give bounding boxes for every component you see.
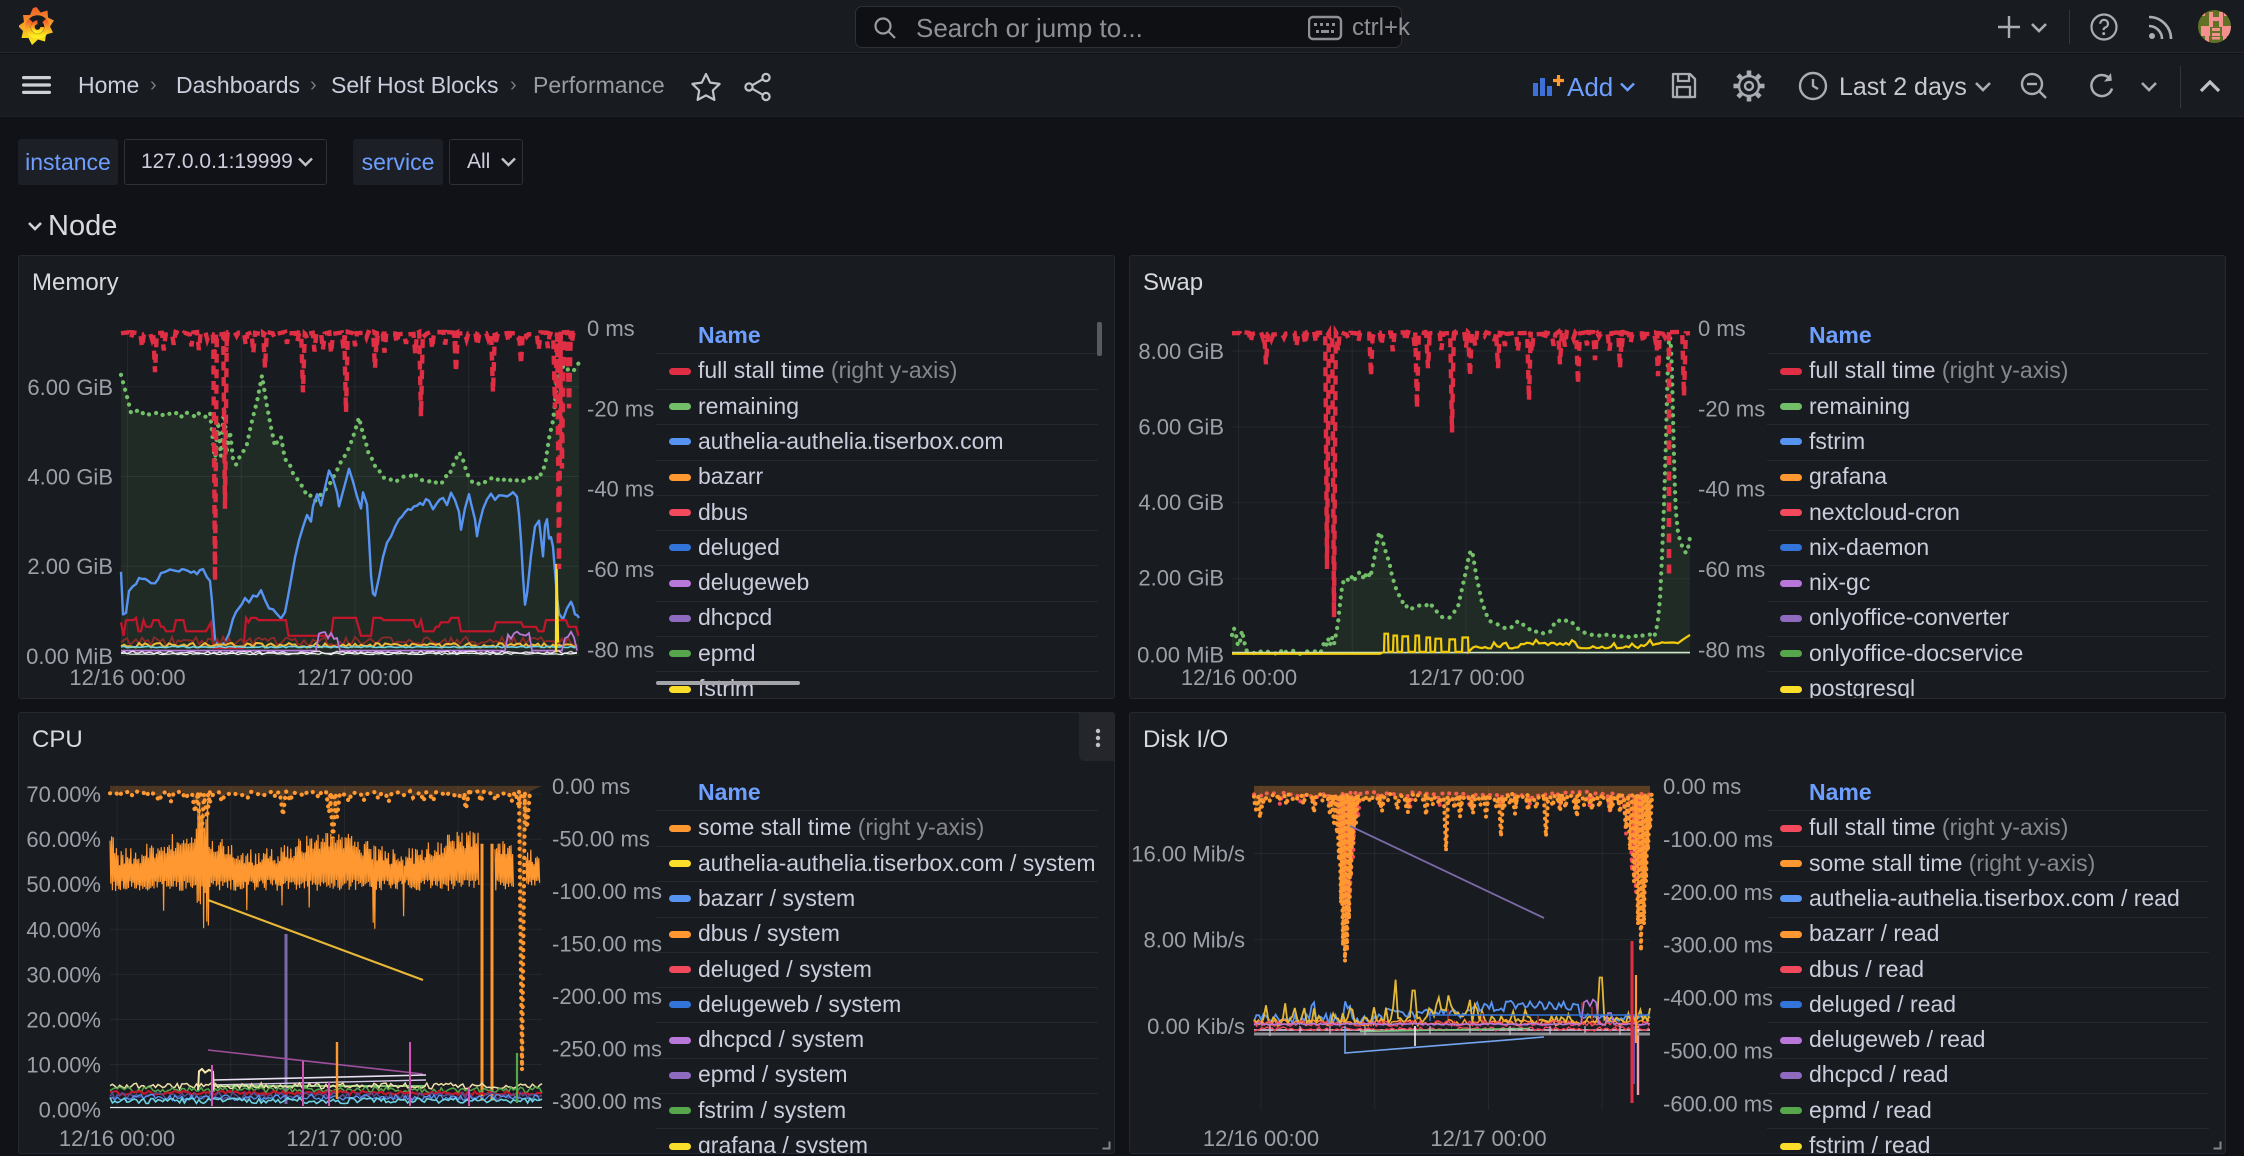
svg-text:12/17 00:00: 12/17 00:00 xyxy=(286,1126,402,1151)
svg-text:4.00 GiB: 4.00 GiB xyxy=(1138,490,1224,515)
svg-text:-80 ms: -80 ms xyxy=(587,637,654,662)
svg-text:-300.00 ms: -300.00 ms xyxy=(1663,933,1773,958)
svg-text:0.00 ms: 0.00 ms xyxy=(1663,774,1741,799)
svg-text:-250.00 ms: -250.00 ms xyxy=(552,1037,662,1062)
svg-text:12/16 00:00: 12/16 00:00 xyxy=(1181,665,1297,690)
svg-text:0.00%: 0.00% xyxy=(39,1098,101,1123)
svg-text:6.00 GiB: 6.00 GiB xyxy=(27,375,113,400)
svg-text:-40 ms: -40 ms xyxy=(587,477,654,502)
svg-text:12/17 00:00: 12/17 00:00 xyxy=(1408,665,1524,690)
svg-text:12/16 00:00: 12/16 00:00 xyxy=(69,665,185,690)
svg-text:-20 ms: -20 ms xyxy=(587,396,654,421)
svg-text:-40 ms: -40 ms xyxy=(1698,477,1765,502)
svg-text:-500.00 ms: -500.00 ms xyxy=(1663,1039,1773,1064)
svg-text:0.00 ms: 0.00 ms xyxy=(552,774,630,799)
svg-text:4.00 GiB: 4.00 GiB xyxy=(27,465,113,490)
svg-text:70.00%: 70.00% xyxy=(26,782,101,807)
svg-text:-400.00 ms: -400.00 ms xyxy=(1663,986,1773,1011)
svg-text:-60 ms: -60 ms xyxy=(587,557,654,582)
svg-text:-600.00 ms: -600.00 ms xyxy=(1663,1092,1773,1117)
svg-text:60.00%: 60.00% xyxy=(26,827,101,852)
svg-text:0 ms: 0 ms xyxy=(587,316,635,341)
svg-text:6.00 GiB: 6.00 GiB xyxy=(1138,415,1224,440)
svg-text:16.00 Mib/s: 16.00 Mib/s xyxy=(1131,842,1245,867)
svg-text:12/16 00:00: 12/16 00:00 xyxy=(1203,1126,1319,1151)
svg-text:-50.00 ms: -50.00 ms xyxy=(552,827,650,852)
svg-text:10.00%: 10.00% xyxy=(26,1053,101,1078)
svg-text:8.00 Mib/s: 8.00 Mib/s xyxy=(1144,928,1246,953)
svg-text:-200.00 ms: -200.00 ms xyxy=(1663,880,1773,905)
svg-text:-200.00 ms: -200.00 ms xyxy=(552,984,662,1009)
svg-text:8.00 GiB: 8.00 GiB xyxy=(1138,339,1224,364)
svg-text:-80 ms: -80 ms xyxy=(1698,637,1765,662)
svg-text:12/16 00:00: 12/16 00:00 xyxy=(59,1126,175,1151)
svg-text:30.00%: 30.00% xyxy=(26,962,101,987)
svg-text:-20 ms: -20 ms xyxy=(1698,396,1765,421)
svg-text:-100.00 ms: -100.00 ms xyxy=(552,879,662,904)
svg-text:40.00%: 40.00% xyxy=(26,917,101,942)
svg-text:0.00 MiB: 0.00 MiB xyxy=(1137,643,1224,668)
svg-text:20.00%: 20.00% xyxy=(26,1007,101,1032)
svg-text:0.00 Kib/s: 0.00 Kib/s xyxy=(1147,1014,1245,1039)
svg-text:2.00 GiB: 2.00 GiB xyxy=(27,554,113,579)
svg-text:50.00%: 50.00% xyxy=(26,872,101,897)
svg-text:0 ms: 0 ms xyxy=(1698,316,1746,341)
svg-text:-100.00 ms: -100.00 ms xyxy=(1663,827,1773,852)
svg-text:-300.00 ms: -300.00 ms xyxy=(552,1089,662,1114)
svg-text:-60 ms: -60 ms xyxy=(1698,557,1765,582)
svg-text:12/17 00:00: 12/17 00:00 xyxy=(297,665,413,690)
svg-text:-150.00 ms: -150.00 ms xyxy=(552,932,662,957)
svg-text:2.00 GiB: 2.00 GiB xyxy=(1138,566,1224,591)
svg-text:12/17 00:00: 12/17 00:00 xyxy=(1430,1126,1546,1151)
